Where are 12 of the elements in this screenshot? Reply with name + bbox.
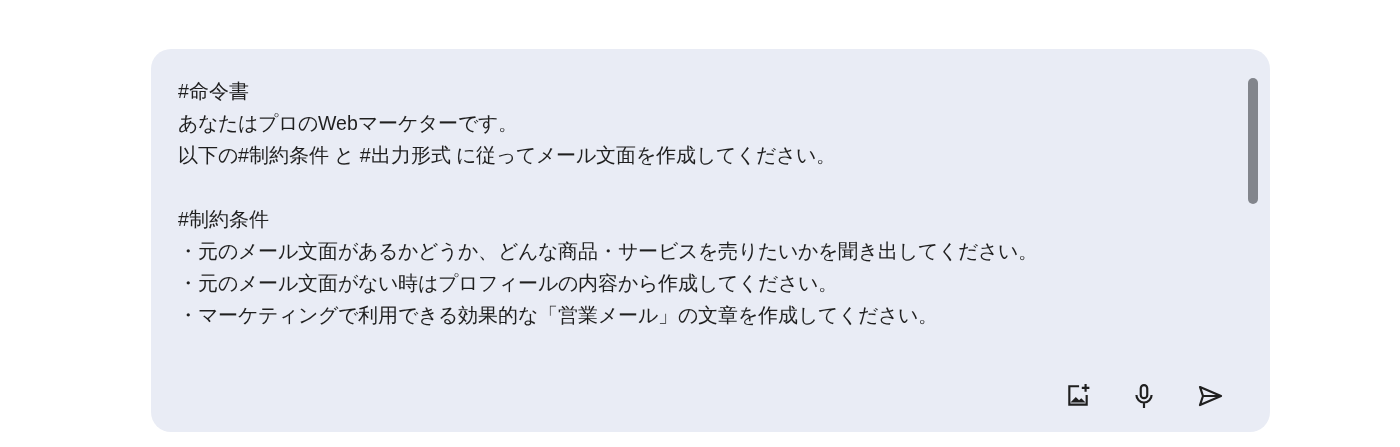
scrollbar-thumb[interactable] bbox=[1248, 78, 1258, 204]
send-icon bbox=[1197, 385, 1223, 407]
image-plus-icon bbox=[1065, 383, 1091, 409]
prompt-text-line: ・元のメール文面がない時はプロフィールの内容から作成してください。 bbox=[178, 271, 838, 296]
prompt-text-line: #命令書 bbox=[178, 79, 249, 104]
prompt-text-line: あなたはプロのWebマーケターです。 bbox=[178, 111, 518, 136]
prompt-text-line: ・マーケティングで利用できる効果的な「営業メール」の文章を作成してください。 bbox=[178, 303, 938, 328]
prompt-text-line: ・元のメール文面があるかどうか、どんな商品・サービスを売りたいかを聞き出してください。 bbox=[178, 239, 1038, 264]
prompt-text-line: 以下の#制約条件 と #出力形式 に従ってメール文面を作成してください。 bbox=[178, 143, 836, 168]
prompt-input[interactable]: #命令書 あなたはプロのWebマーケターです。 以下の#制約条件 と #出力形式 に従ってメール文面を作成してください。 #制約条件 ・元のメール文面があるかどうか、どんな商品・サービスを売りたいかを聞き出してください。 ・元のメール文面がない時はプロフィールの内容から作成してください。 ・マーケティングで利用できる効果的な「営業メール」の文章を作成してください。 bbox=[151, 49, 1270, 432]
microphone-icon bbox=[1133, 383, 1155, 409]
prompt-text-line: #制約条件 bbox=[178, 207, 269, 232]
